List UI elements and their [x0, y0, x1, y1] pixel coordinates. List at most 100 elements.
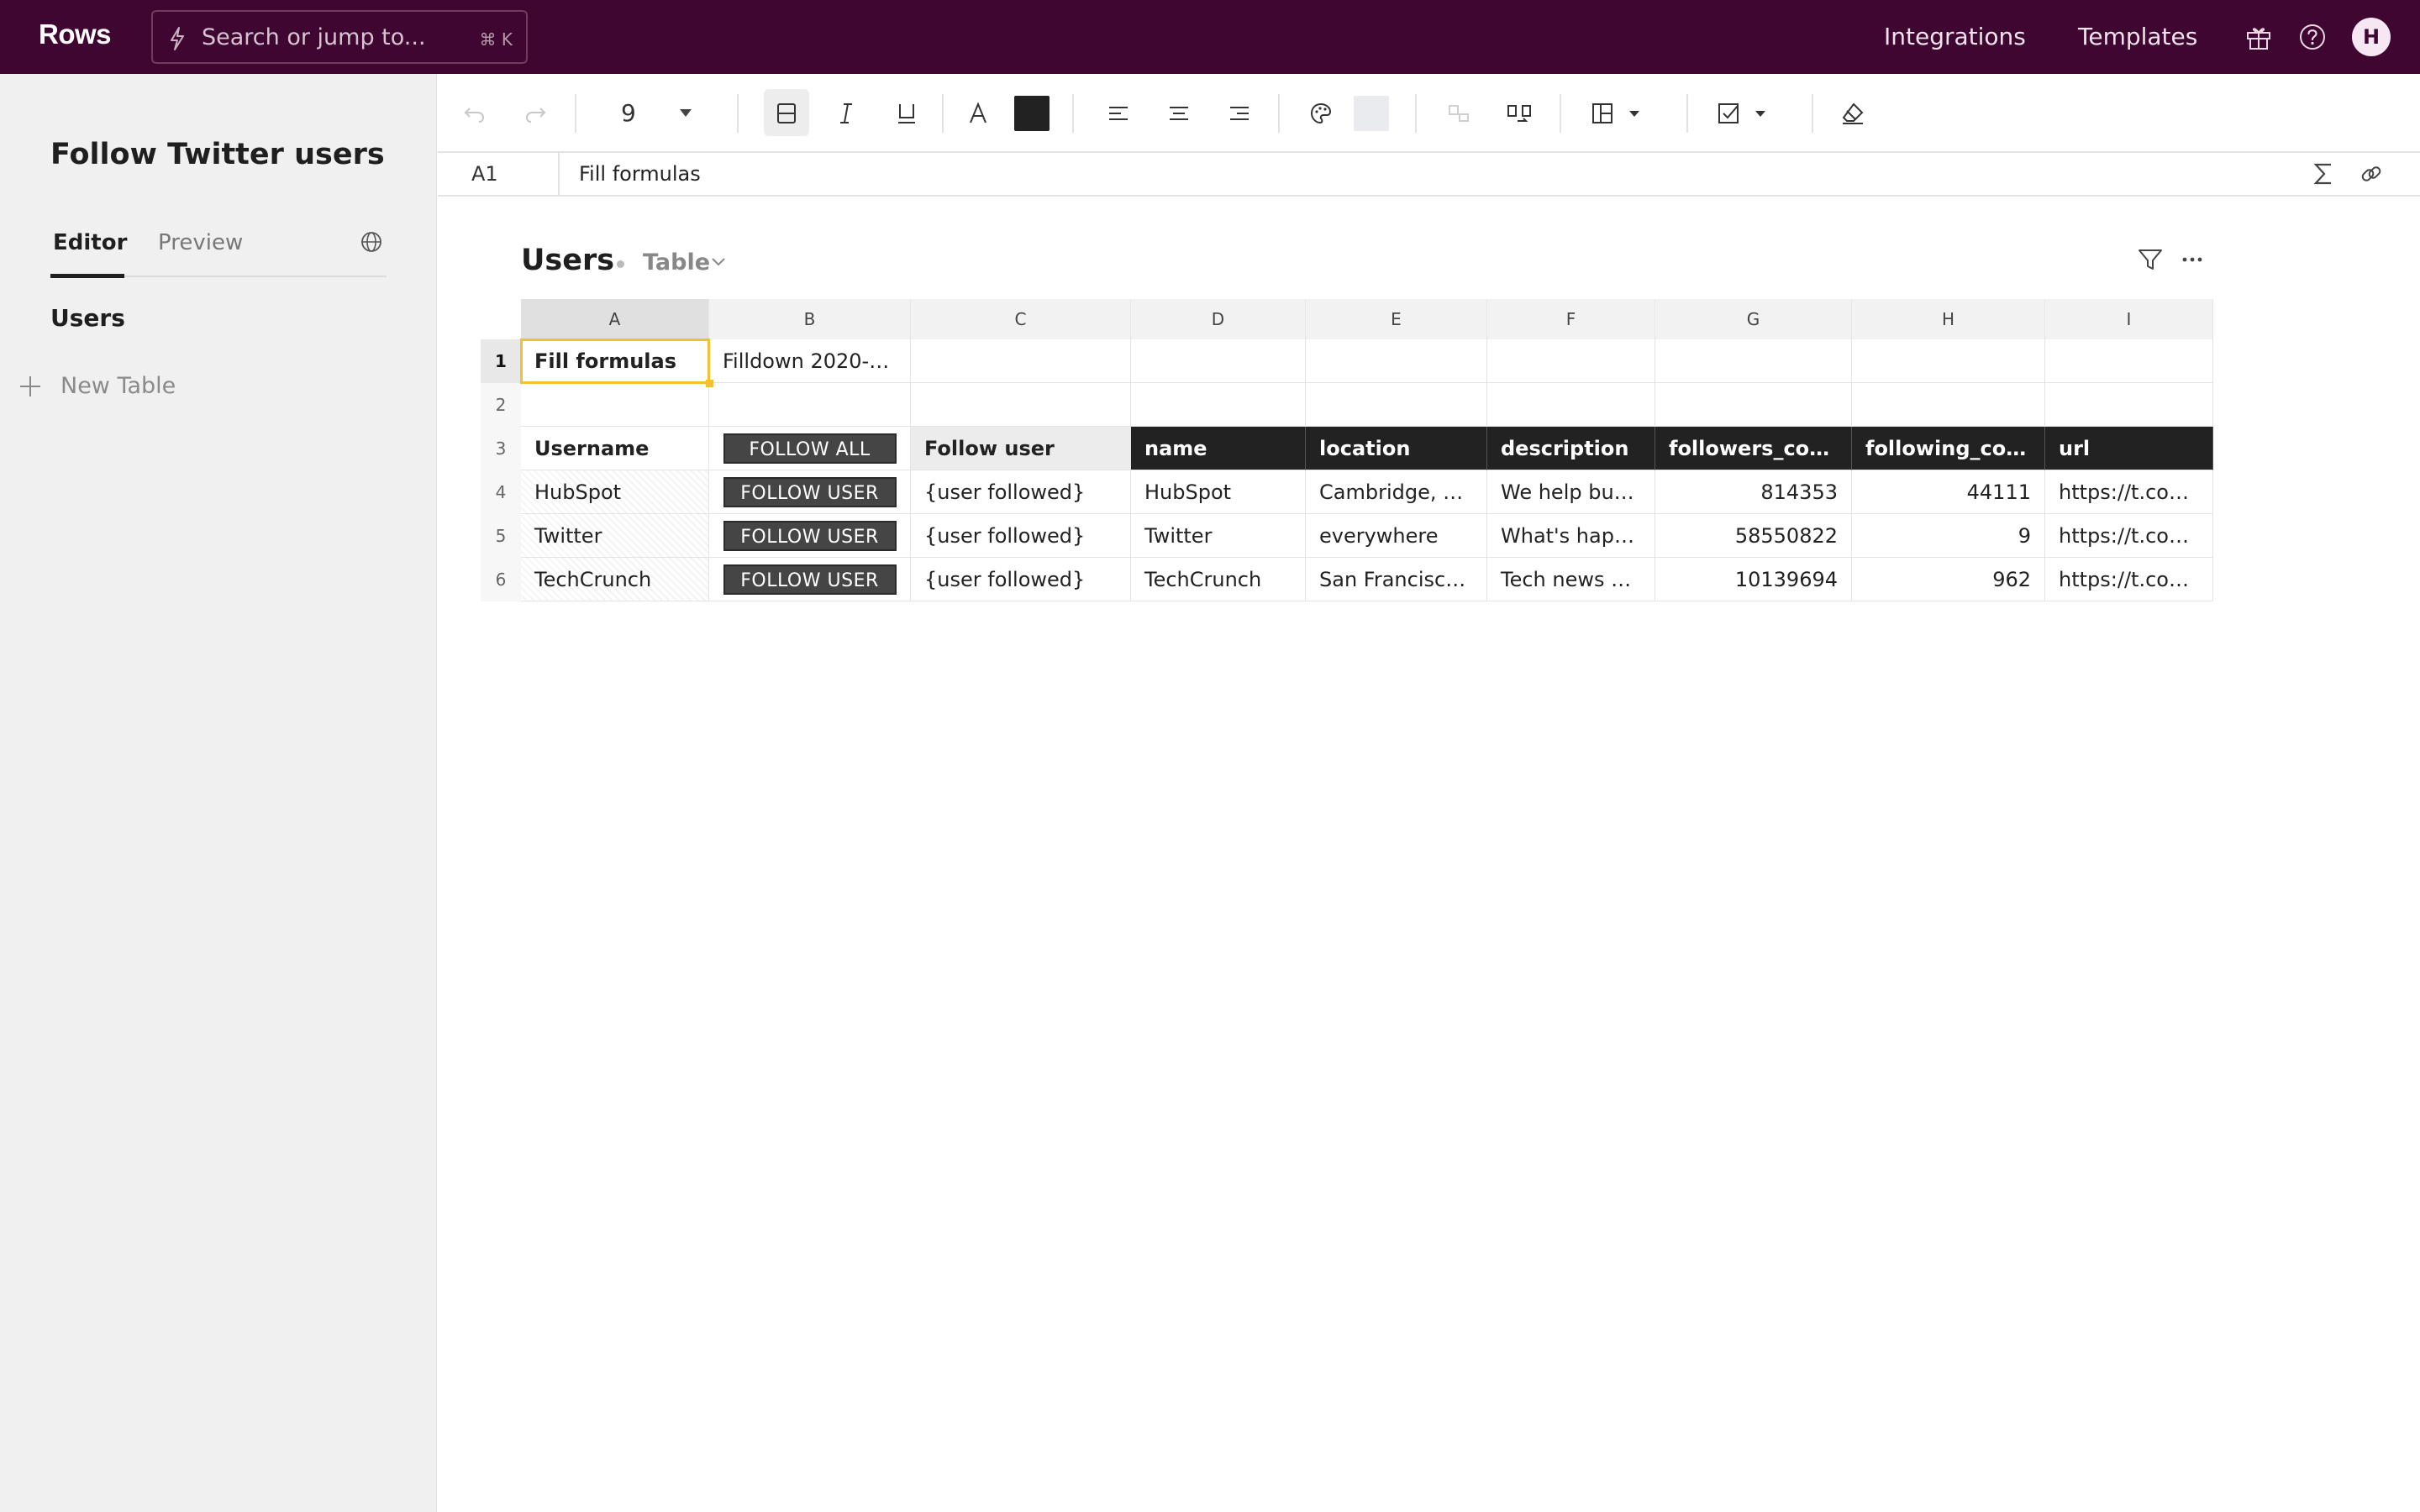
table-kind-select[interactable]: Table: [643, 249, 710, 276]
cell-h6[interactable]: 962: [1852, 558, 2045, 601]
align-right-button[interactable]: [1220, 74, 1259, 153]
fill-handle[interactable]: [706, 380, 713, 387]
cell-h2[interactable]: [1852, 383, 2045, 427]
cell-b3[interactable]: FOLLOW ALL: [709, 427, 911, 470]
cell-b4[interactable]: FOLLOW USER: [709, 470, 911, 514]
column-header[interactable]: F: [1487, 299, 1655, 339]
cell-d2[interactable]: [1131, 383, 1306, 427]
integrations-link[interactable]: Integrations: [1884, 23, 2026, 50]
cell-a5[interactable]: Twitter: [521, 514, 709, 558]
cell-c6[interactable]: {user followed}: [911, 558, 1131, 601]
cell-i5[interactable]: https://t.co…: [2045, 514, 2213, 558]
align-center-button[interactable]: [1160, 74, 1198, 153]
row-header[interactable]: 1: [481, 339, 521, 383]
checkbox-menu-button[interactable]: [1708, 74, 1776, 153]
column-header[interactable]: C: [911, 299, 1131, 339]
column-header[interactable]: D: [1131, 299, 1306, 339]
row-header[interactable]: 4: [481, 470, 521, 514]
cell-h3[interactable]: following_count: [1852, 427, 2045, 470]
cell-d5[interactable]: Twitter: [1131, 514, 1306, 558]
cell-h4[interactable]: 44111: [1852, 470, 2045, 514]
cell-f1[interactable]: [1487, 339, 1655, 383]
bold-button[interactable]: [767, 74, 806, 153]
formula-input[interactable]: Fill formulas: [579, 162, 701, 186]
cell-b1[interactable]: Filldown 2020-…: [709, 339, 911, 383]
text-color-swatch[interactable]: [1014, 96, 1050, 131]
cell-a2[interactable]: [521, 383, 709, 427]
help-icon[interactable]: [2297, 22, 2328, 52]
cell-g4[interactable]: 814353: [1655, 470, 1852, 514]
cell-reference[interactable]: A1: [471, 162, 498, 186]
table-title[interactable]: Users: [521, 244, 614, 277]
fill-color-button[interactable]: [1302, 74, 1340, 153]
cell-a6[interactable]: TechCrunch: [521, 558, 709, 601]
filter-icon[interactable]: [2136, 245, 2165, 274]
cell-i4[interactable]: https://t.co…: [2045, 470, 2213, 514]
cell-e2[interactable]: [1306, 383, 1487, 427]
column-header[interactable]: I: [2045, 299, 2213, 339]
tab-preview[interactable]: Preview: [158, 230, 243, 255]
cell-e6[interactable]: San Francisco…: [1306, 558, 1487, 601]
cell-g3[interactable]: followers_count: [1655, 427, 1852, 470]
more-options-icon[interactable]: [2178, 245, 2207, 274]
cell-b2[interactable]: [709, 383, 911, 427]
cell-i1[interactable]: [2045, 339, 2213, 383]
undo-button[interactable]: [456, 74, 493, 153]
search-box[interactable]: Search or jump to... ⌘ K: [151, 10, 528, 64]
column-header[interactable]: A: [521, 299, 709, 339]
row-header[interactable]: 2: [481, 383, 521, 427]
follow-user-button[interactable]: FOLLOW USER: [723, 476, 897, 507]
cell-f5[interactable]: What's happ…: [1487, 514, 1655, 558]
cell-i3[interactable]: url: [2045, 427, 2213, 470]
row-header[interactable]: 3: [481, 427, 521, 470]
cell-i2[interactable]: [2045, 383, 2213, 427]
document-title[interactable]: Follow Twitter users: [50, 138, 385, 171]
cell-a1[interactable]: Fill formulas: [521, 339, 709, 383]
tab-editor[interactable]: Editor: [53, 230, 127, 255]
follow-all-button[interactable]: FOLLOW ALL: [723, 433, 897, 464]
column-header[interactable]: G: [1655, 299, 1852, 339]
cell-e3[interactable]: location: [1306, 427, 1487, 470]
cell-d6[interactable]: TechCrunch: [1131, 558, 1306, 601]
cell-d1[interactable]: [1131, 339, 1306, 383]
merge-cells-button[interactable]: [1439, 74, 1478, 153]
cell-e4[interactable]: Cambridge, MA: [1306, 470, 1487, 514]
italic-button[interactable]: [827, 74, 865, 153]
follow-user-button[interactable]: FOLLOW USER: [723, 564, 897, 595]
cell-d4[interactable]: HubSpot: [1131, 470, 1306, 514]
globe-icon[interactable]: [360, 230, 383, 254]
underline-button[interactable]: [887, 74, 926, 153]
cell-c5[interactable]: {user followed}: [911, 514, 1131, 558]
redo-button[interactable]: [517, 74, 554, 153]
cell-b6[interactable]: FOLLOW USER: [709, 558, 911, 601]
link-icon[interactable]: [2357, 160, 2386, 188]
wrap-text-button[interactable]: [1500, 74, 1539, 153]
fill-color-swatch[interactable]: [1354, 96, 1389, 131]
cell-e1[interactable]: [1306, 339, 1487, 383]
cell-g2[interactable]: [1655, 383, 1852, 427]
row-header[interactable]: 6: [481, 558, 521, 601]
cell-c2[interactable]: [911, 383, 1131, 427]
cell-f4[interactable]: We help busi…: [1487, 470, 1655, 514]
align-left-button[interactable]: [1099, 74, 1138, 153]
cell-g5[interactable]: 58550822: [1655, 514, 1852, 558]
layout-menu-button[interactable]: [1582, 74, 1649, 153]
gift-icon[interactable]: [2244, 22, 2274, 52]
cell-g6[interactable]: 10139694: [1655, 558, 1852, 601]
cell-g1[interactable]: [1655, 339, 1852, 383]
chevron-down-icon[interactable]: [680, 109, 692, 117]
cell-h1[interactable]: [1852, 339, 2045, 383]
cell-c4[interactable]: {user followed}: [911, 470, 1131, 514]
cell-c3[interactable]: Follow user: [911, 427, 1131, 470]
column-header[interactable]: E: [1306, 299, 1487, 339]
cell-b5[interactable]: FOLLOW USER: [709, 514, 911, 558]
cell-a3[interactable]: Username: [521, 427, 709, 470]
cell-f6[interactable]: Tech news w…: [1487, 558, 1655, 601]
cell-i6[interactable]: https://t.co…: [2045, 558, 2213, 601]
templates-link[interactable]: Templates: [2078, 23, 2197, 50]
sidebar-item-users[interactable]: Users: [50, 304, 125, 332]
chevron-down-icon[interactable]: [708, 251, 729, 273]
column-header[interactable]: H: [1852, 299, 2045, 339]
cell-f3[interactable]: description: [1487, 427, 1655, 470]
cell-h5[interactable]: 9: [1852, 514, 2045, 558]
